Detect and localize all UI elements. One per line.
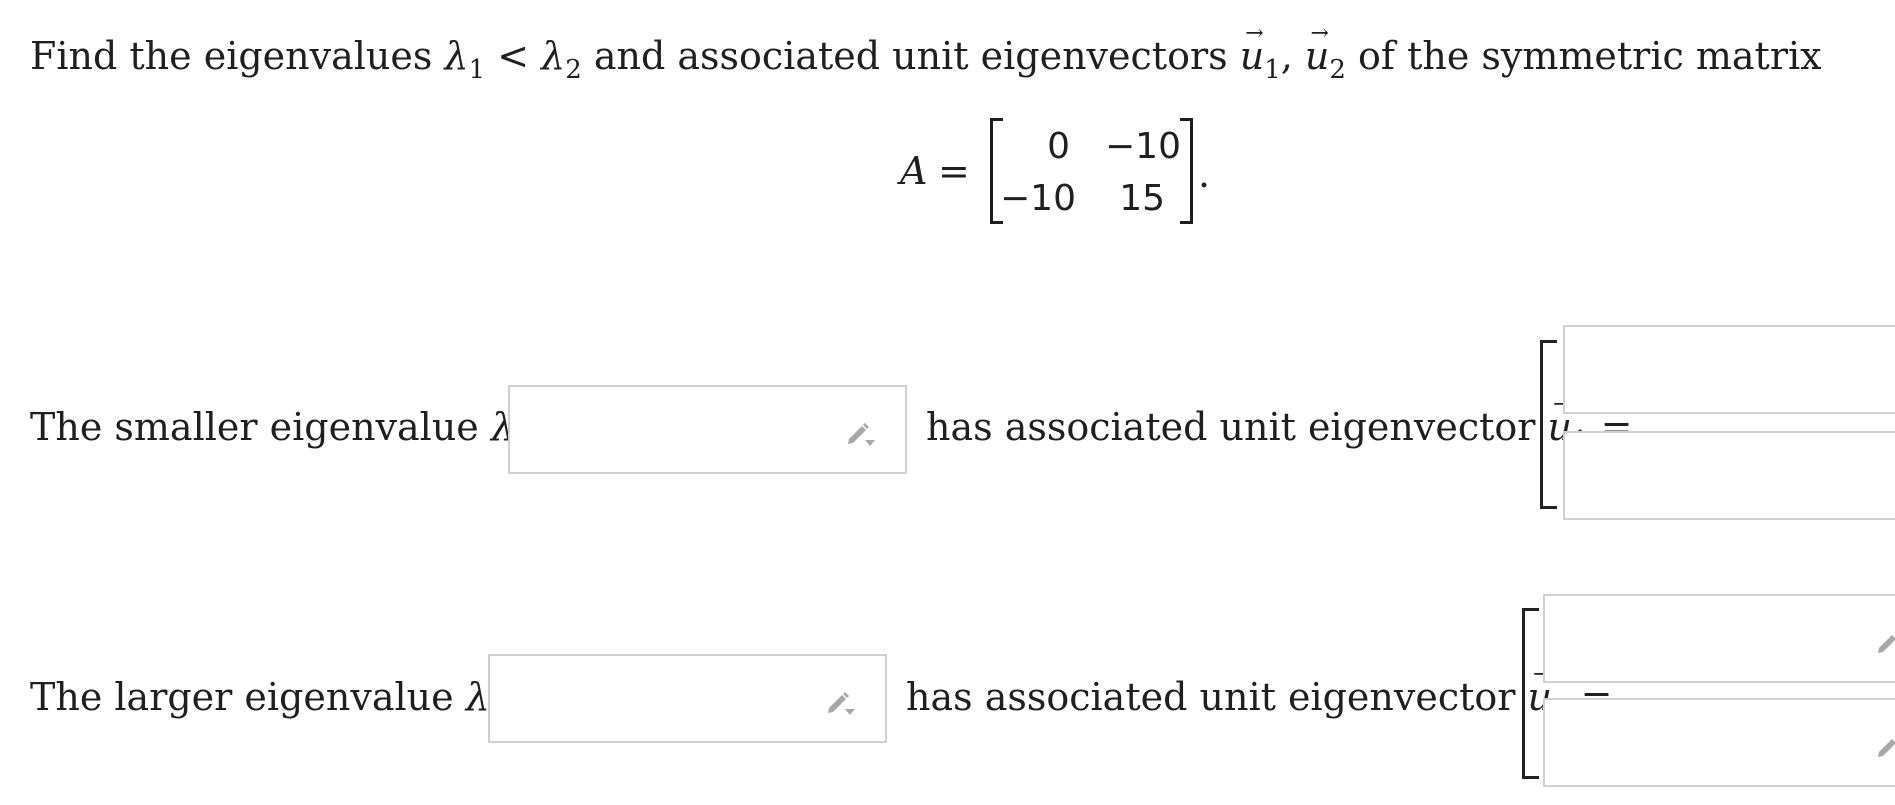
lambda-2-symbol: λ2 <box>541 34 582 85</box>
question-of-matrix: of the symmetric matrix <box>1358 34 1822 78</box>
u2-left-bracket <box>1522 608 1539 779</box>
u1-vector-symbol: →u <box>1239 21 1265 78</box>
u1-assoc-label: has associated unit eigenvector →u1 = <box>926 394 1633 455</box>
matrix-equals: = <box>938 149 970 193</box>
u2-component-1-input[interactable] <box>1543 594 1895 683</box>
u2-component-2-input[interactable] <box>1543 698 1895 787</box>
question-and-assoc: and associated unit eigenvectors <box>593 34 1228 78</box>
lambda-1-symbol: λ1 <box>444 34 486 85</box>
lambda-2-input[interactable] <box>488 654 887 743</box>
smaller-eigenvalue-label: The smaller eigenvalue λ1 = <box>30 408 575 454</box>
u1-left-bracket <box>1540 340 1557 509</box>
matrix-period: . <box>1198 152 1211 196</box>
u1-component-2-input[interactable] <box>1563 431 1895 520</box>
u1-component-1-input[interactable] <box>1563 325 1895 414</box>
larger-eigenvalue-label: The larger eigenvalue λ2 = <box>30 678 550 724</box>
matrix-name: A <box>900 149 928 193</box>
pencil-dropdown-icon[interactable] <box>825 686 857 718</box>
matrix-right-bracket <box>1180 118 1193 224</box>
matrix-cell-1-1: 0 <box>1047 126 1070 167</box>
pencil-dropdown-icon[interactable] <box>845 417 877 449</box>
question-text: Find the eigenvalues λ1 < λ2 and associa… <box>30 21 1822 85</box>
u2-assoc-label: has associated unit eigenvector →u2 = <box>906 664 1613 725</box>
matrix-cell-2-1: −10 <box>1000 178 1076 219</box>
u2-vector-symbol: →u <box>1304 21 1330 78</box>
matrix-cell-1-2: −10 <box>1105 126 1181 167</box>
matrix-cell-2-2: 15 <box>1119 178 1165 219</box>
pencil-dropdown-icon[interactable] <box>1875 730 1895 762</box>
lambda-1-input[interactable] <box>508 385 907 474</box>
question-find: Find the eigenvalues <box>30 34 433 78</box>
less-than: < <box>485 34 542 78</box>
pencil-dropdown-icon[interactable] <box>1875 626 1895 658</box>
